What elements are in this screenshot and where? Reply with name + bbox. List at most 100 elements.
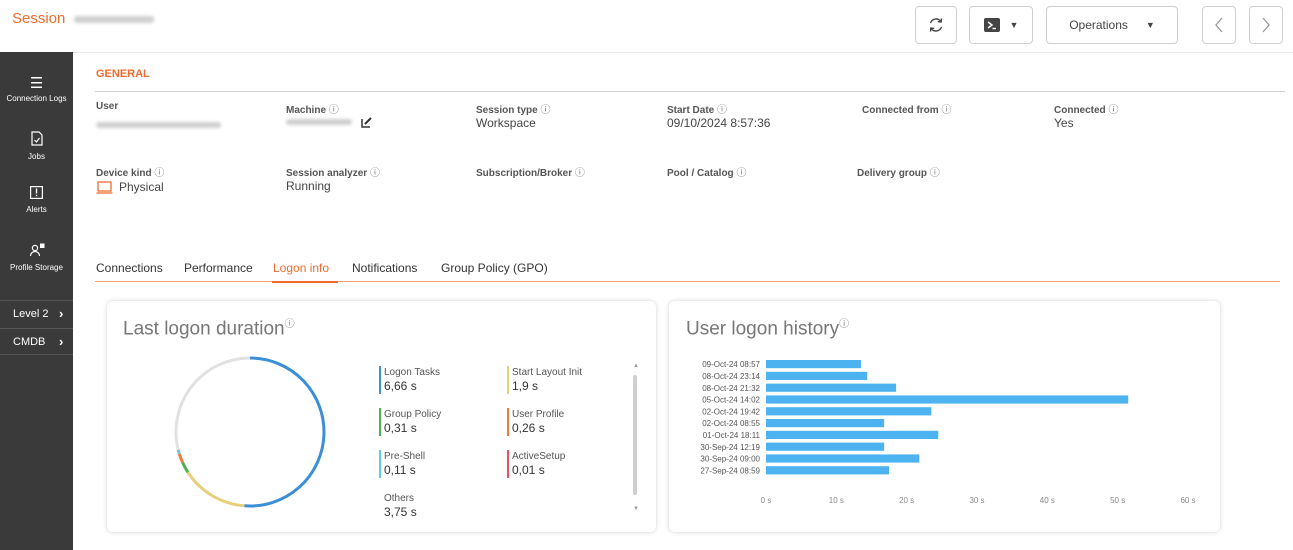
legend-color-bar (507, 450, 509, 478)
legend-color-bar (379, 450, 381, 478)
logon-history-chart: 09-Oct-24 08:57 08-Oct-24 23:14 08-Oct-24 … (700, 360, 1196, 505)
donut-slice-group-policy[interactable] (181, 461, 190, 474)
legend-value: 3,75 s (384, 505, 417, 519)
sidebar-item-alerts[interactable]: Alerts (0, 186, 73, 215)
field-label-text: User (96, 101, 119, 112)
info-icon[interactable]: ⓘ (941, 105, 951, 116)
legend-item: Others 3,75 s (379, 492, 417, 520)
donut-slice-others[interactable] (174, 356, 251, 451)
top-bar: Session ▼ Operations ▼ (0, 0, 1293, 53)
info-icon[interactable]: ⓘ (930, 168, 940, 179)
session-name-redacted (73, 15, 154, 23)
chevron-right-icon: › (59, 306, 64, 321)
legend-name: User Profile (512, 409, 565, 420)
general-divider (95, 91, 1285, 92)
info-icon[interactable]: ⓘ (285, 319, 295, 330)
sidebar-item-jobs[interactable]: Jobs (0, 131, 73, 162)
donut-slice-pre-shell[interactable] (176, 449, 181, 455)
history-bar[interactable] (766, 383, 897, 392)
info-icon[interactable]: ⓘ (736, 168, 746, 179)
session-type-label: Session type ⓘ (476, 101, 550, 116)
user-redacted (96, 121, 221, 128)
legend-value: 0,01 s (512, 463, 545, 477)
x-tick-label: 60 s (1180, 496, 1195, 505)
field-label-text: Connected from (862, 105, 939, 116)
history-bar[interactable] (766, 395, 1129, 404)
info-icon[interactable]: ⓘ (1108, 105, 1118, 116)
scroll-up-icon[interactable]: ▲ (633, 363, 639, 369)
x-tick-label: 40 s (1040, 496, 1055, 505)
y-tick-label: 09-Oct-24 08:57 (702, 360, 760, 369)
sidebar-item-profile-storage[interactable]: Profile Storage (0, 243, 73, 273)
session-analyzer-value: Running (286, 179, 331, 193)
pool-label: Pool / Catalog ⓘ (667, 164, 746, 179)
connected-label: Connected ⓘ (1054, 101, 1118, 116)
edit-icon[interactable] (361, 116, 373, 128)
scroll-down-icon[interactable]: ▼ (633, 506, 639, 512)
card-title-text: User logon history (686, 318, 840, 340)
info-icon[interactable]: ⓘ (370, 168, 380, 179)
field-label-text: Subscription/Broker (476, 168, 573, 179)
sidebar-cmdb[interactable]: CMDB › (0, 328, 73, 354)
previous-button[interactable] (1202, 6, 1236, 44)
operations-dropdown[interactable]: Operations ▼ (1046, 6, 1178, 44)
sidebar-item-label: Jobs (28, 152, 45, 161)
legend-color-bar (379, 408, 381, 436)
info-icon[interactable]: ⓘ (575, 168, 585, 179)
tab-logon-info[interactable]: Logon info (273, 261, 329, 275)
history-bar[interactable] (766, 419, 885, 428)
info-icon[interactable]: ⓘ (839, 319, 849, 330)
user-logon-history-title: User logon historyⓘ (686, 315, 849, 340)
chevron-down-icon: ▼ (1145, 20, 1155, 30)
sidebar-item-connection-logs[interactable]: ☰ Connection Logs (0, 76, 73, 104)
info-icon[interactable]: ⓘ (540, 105, 550, 116)
donut-slice-logon-tasks[interactable] (244, 356, 326, 508)
legend-scrollbar[interactable]: ▲ ▼ (631, 363, 639, 518)
powershell-button[interactable]: ▼ (969, 6, 1033, 44)
x-tick-label: 30 s (969, 496, 984, 505)
session-analyzer-label: Session analyzer ⓘ (286, 164, 380, 179)
tab-performance[interactable]: Performance (184, 261, 253, 275)
x-tick-label: 20 s (899, 496, 914, 505)
user-label: User (96, 101, 118, 112)
history-bar[interactable] (766, 407, 932, 416)
donut-slice-start-layout-init[interactable] (186, 471, 245, 508)
chevron-left-icon (1215, 17, 1223, 33)
chevron-right-icon (1262, 17, 1270, 33)
laptop-icon (96, 181, 113, 194)
field-label-text: Session analyzer (286, 168, 368, 179)
tab-connections[interactable]: Connections (96, 261, 163, 275)
last-logon-duration-title: Last logon durationⓘ (123, 315, 295, 340)
sidebar-item-label: Connection Logs (6, 94, 67, 103)
legend-color-bar (379, 366, 381, 394)
history-bar[interactable] (766, 442, 885, 451)
info-icon[interactable]: ⓘ (154, 168, 164, 179)
refresh-button[interactable] (915, 6, 957, 44)
history-bar[interactable] (766, 371, 868, 380)
legend-name: Pre-Shell (384, 451, 426, 462)
history-bar[interactable] (766, 430, 939, 439)
sidebar-level-2[interactable]: Level 2 › (0, 300, 73, 326)
legend-item: Group Policy 0,31 s (379, 408, 441, 436)
session-type-value: Workspace (476, 116, 536, 130)
sidebar-level-label: CMDB (13, 336, 46, 348)
next-button[interactable] (1249, 6, 1283, 44)
list-icon: ☰ (29, 75, 44, 92)
document-icon (0, 131, 73, 150)
field-label-text: Connected (1054, 105, 1106, 116)
machine-value (286, 114, 373, 128)
legend-value: 1,9 s (512, 379, 539, 393)
operations-label: Operations (1069, 18, 1128, 32)
info-icon[interactable]: ⓘ (717, 105, 727, 116)
history-bar[interactable] (766, 454, 920, 463)
history-bar[interactable] (766, 466, 890, 475)
legend-value: 0,31 s (384, 421, 417, 435)
donut-slice-user-profile[interactable] (177, 453, 184, 464)
scrollbar-thumb[interactable] (633, 375, 637, 495)
history-bar[interactable] (766, 360, 861, 369)
chevron-right-icon: › (59, 334, 64, 349)
tab-notifications[interactable]: Notifications (352, 261, 417, 275)
delivery-group-label: Delivery group ⓘ (857, 164, 940, 179)
tab-group-policy[interactable]: Group Policy (GPO) (441, 261, 548, 275)
y-tick-label: 08-Oct-24 23:14 (702, 372, 760, 381)
